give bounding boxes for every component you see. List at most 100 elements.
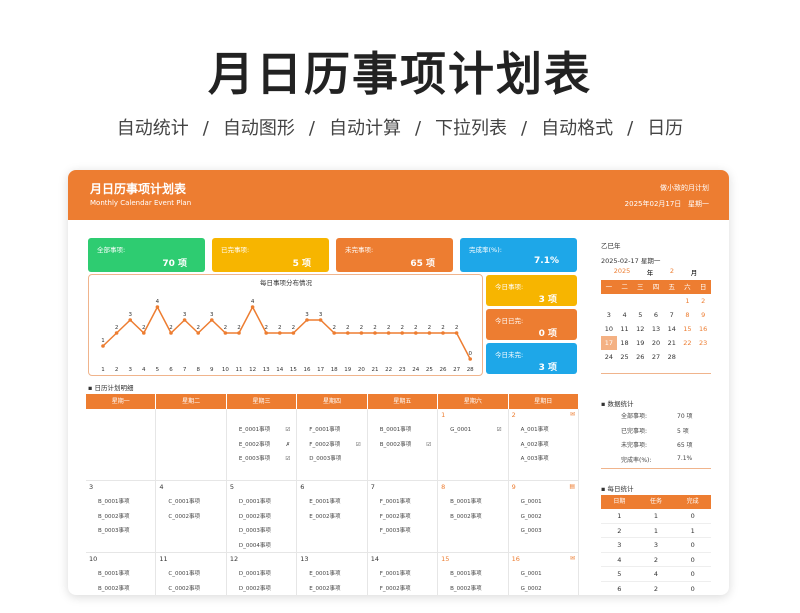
event-item[interactable]: B_0002事项 xyxy=(450,510,501,525)
event-item[interactable]: G_0001 ☑ xyxy=(450,423,501,438)
event-item[interactable]: C_0002事项 xyxy=(168,582,219,596)
mini-day[interactable]: 1 xyxy=(680,294,696,308)
mini-day[interactable]: 3 xyxy=(601,308,617,322)
event-item[interactable]: E_0001事项 xyxy=(309,495,360,510)
event-item[interactable]: B_0001事项 xyxy=(380,423,431,438)
month-select[interactable]: 2 xyxy=(657,267,687,278)
calendar-day-cell[interactable]: 9 ▤ G_0001 G_0002 G_0003 xyxy=(508,481,579,553)
mini-day[interactable]: 24 xyxy=(601,350,617,364)
event-item[interactable]: C_0001事项 xyxy=(168,567,219,582)
mini-day[interactable]: 8 xyxy=(680,308,696,322)
status-check-icon[interactable]: ☑ xyxy=(356,438,361,453)
calendar-day-cell[interactable]: 16 ✉ G_0001 G_0002 xyxy=(509,553,579,595)
calendar-day-cell[interactable]: 13 E_0001事项 E_0002事项 xyxy=(297,553,368,596)
calendar-day-cell[interactable]: 7 F_0001事项 F_0002事项 F_0003事项 xyxy=(367,481,439,553)
event-item[interactable]: D_0001事项 xyxy=(239,567,290,582)
year-select[interactable]: 2025 xyxy=(601,267,643,278)
mini-day[interactable]: 18 xyxy=(617,336,633,350)
event-item[interactable]: F_0001事项 xyxy=(380,495,431,510)
event-item[interactable]: A_001事项 xyxy=(521,423,572,438)
status-check-icon[interactable]: ☑ xyxy=(497,423,502,438)
mini-day[interactable]: 21 xyxy=(664,336,680,350)
event-item[interactable]: E_0002事项 xyxy=(309,582,360,596)
event-item[interactable]: E_0002事项 xyxy=(309,510,360,525)
event-item[interactable]: C_0001事项 xyxy=(168,495,219,510)
event-item[interactable]: E_0001事项 xyxy=(309,567,360,582)
calendar-day-cell[interactable]: E_0001事项 ☑ E_0002事项 ✗ E_0003事项 ☑ xyxy=(226,409,298,481)
event-item[interactable]: C_0002事项 xyxy=(168,510,219,525)
mini-day[interactable]: 9 xyxy=(695,308,711,322)
event-item[interactable]: B_0002事项 ☑ xyxy=(380,438,431,453)
calendar-day-cell[interactable]: 11 C_0001事项 C_0002事项 xyxy=(156,553,227,596)
event-item[interactable]: G_0001 xyxy=(521,567,572,582)
mini-day[interactable]: 27 xyxy=(648,350,664,364)
event-item[interactable]: B_0001事项 xyxy=(98,495,149,510)
calendar-day-cell[interactable]: 8 B_0001事项 B_0002事项 xyxy=(438,481,509,553)
calendar-day-cell[interactable]: 4 C_0001事项 C_0002事项 xyxy=(156,481,227,553)
event-item[interactable]: G_0001 xyxy=(521,495,572,510)
event-item[interactable]: D_0002事项 xyxy=(239,510,290,525)
event-item[interactable]: F_0001事项 xyxy=(380,567,431,582)
status-check-icon[interactable]: ✗ xyxy=(286,438,291,453)
calendar-day-cell[interactable]: B_0001事项 B_0002事项 ☑ xyxy=(367,409,439,481)
calendar-day-cell[interactable]: 12 D_0001事项 D_0002事项 xyxy=(227,553,298,596)
event-item[interactable]: D_0002事项 xyxy=(239,582,290,596)
event-item[interactable]: D_0004事项 xyxy=(239,539,290,554)
event-item[interactable]: B_0001事项 xyxy=(98,567,149,582)
calendar-day-cell[interactable] xyxy=(86,409,157,481)
event-item[interactable]: E_0003事项 ☑ xyxy=(239,452,290,467)
event-item[interactable]: B_0002事项 xyxy=(450,582,501,596)
calendar-day-cell[interactable]: 14 F_0001事项 F_0002事项 xyxy=(368,553,439,596)
calendar-day-cell[interactable]: 2 ✉ A_001事项 A_002事项 A_003事项 xyxy=(508,409,579,481)
mini-day[interactable]: 11 xyxy=(617,322,633,336)
mini-day[interactable]: 10 xyxy=(601,322,617,336)
calendar-day-cell[interactable]: 10 B_0001事项 B_0002事项 xyxy=(86,553,157,596)
mini-day[interactable]: 28 xyxy=(664,350,680,364)
event-item[interactable]: D_0003事项 xyxy=(239,524,290,539)
event-item[interactable]: F_0003事项 xyxy=(380,524,431,539)
mini-day[interactable]: 13 xyxy=(648,322,664,336)
event-item[interactable]: B_0001事项 xyxy=(450,567,501,582)
event-item[interactable]: E_0002事项 ✗ xyxy=(239,438,290,453)
calendar-day-cell[interactable]: 6 E_0001事项 E_0002事项 xyxy=(297,481,368,553)
mini-day[interactable]: 23 xyxy=(695,336,711,350)
event-item[interactable]: B_0003事项 xyxy=(98,524,149,539)
calendar-day-cell[interactable]: F_0001事项 F_0002事项 ☑ D_0003事项 xyxy=(297,409,368,481)
event-item[interactable]: G_0003 xyxy=(521,524,572,539)
mini-day[interactable]: 26 xyxy=(632,350,648,364)
event-item[interactable]: B_0002事项 xyxy=(98,510,149,525)
event-item[interactable]: F_0002事项 xyxy=(380,510,431,525)
mini-day[interactable]: 14 xyxy=(664,322,680,336)
event-item[interactable]: F_0002事项 xyxy=(380,582,431,596)
mini-day[interactable]: 22 xyxy=(680,336,696,350)
mini-day[interactable]: 12 xyxy=(632,322,648,336)
calendar-day-cell[interactable]: 15 B_0001事项 B_0002事项 xyxy=(438,553,509,596)
mini-day[interactable]: 20 xyxy=(648,336,664,350)
calendar-day-cell[interactable]: 3 B_0001事项 B_0002事项 B_0003事项 xyxy=(86,481,157,553)
status-check-icon[interactable]: ☑ xyxy=(426,438,431,453)
event-item[interactable]: F_0001事项 xyxy=(309,423,360,438)
event-item[interactable]: E_0001事项 ☑ xyxy=(239,423,290,438)
status-check-icon[interactable]: ☑ xyxy=(285,452,290,467)
status-check-icon[interactable]: ☑ xyxy=(285,423,290,438)
event-item[interactable]: A_002事项 xyxy=(521,438,572,453)
calendar-day-cell[interactable]: 5 D_0001事项 D_0002事项 D_0003事项 D_0004事项 xyxy=(226,481,298,554)
event-item[interactable]: A_003事项 xyxy=(521,452,572,467)
event-item[interactable]: G_0002 xyxy=(521,510,572,525)
mini-day[interactable]: 5 xyxy=(632,308,648,322)
event-item[interactable]: D_0001事项 xyxy=(239,495,290,510)
event-item[interactable]: D_0003事项 xyxy=(309,452,360,467)
calendar-day-cell[interactable]: 1 G_0001 ☑ xyxy=(438,409,509,481)
mini-day[interactable]: 16 xyxy=(695,322,711,336)
event-item[interactable]: B_0001事项 xyxy=(450,495,501,510)
mini-day[interactable]: 4 xyxy=(617,308,633,322)
event-item[interactable]: G_0002 xyxy=(521,582,572,596)
mini-day[interactable]: 7 xyxy=(664,308,680,322)
mini-day[interactable]: 19 xyxy=(632,336,648,350)
mini-day[interactable]: 6 xyxy=(648,308,664,322)
event-item[interactable]: F_0002事项 ☑ xyxy=(309,438,360,453)
mini-day[interactable]: 15 xyxy=(680,322,696,336)
mini-day[interactable]: 25 xyxy=(617,350,633,364)
mini-day[interactable]: 17 xyxy=(601,336,617,350)
event-item[interactable]: B_0002事项 xyxy=(98,582,149,596)
